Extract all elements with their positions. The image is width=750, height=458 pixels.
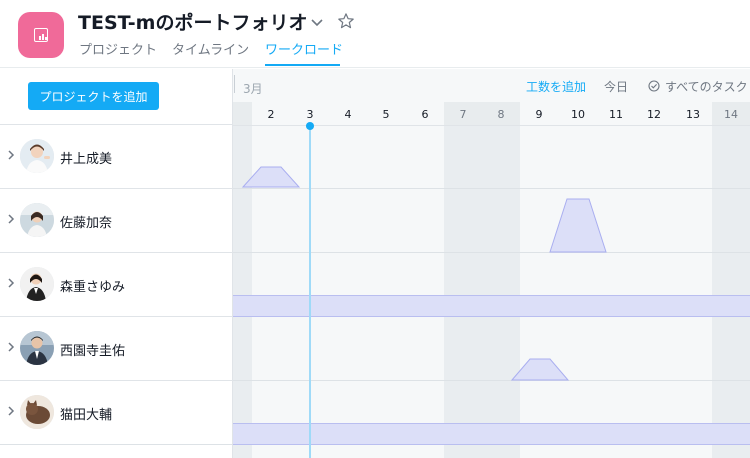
person-name: 佐藤加奈 bbox=[60, 216, 113, 231]
portfolio-app-icon bbox=[18, 12, 64, 58]
person-row[interactable]: 佐藤加奈 bbox=[0, 188, 233, 252]
star-icon[interactable] bbox=[337, 12, 355, 30]
chevron-right-icon[interactable] bbox=[6, 405, 16, 417]
person-row[interactable]: 猫田大輔 bbox=[0, 380, 233, 444]
today-marker bbox=[306, 122, 314, 130]
workload-bump bbox=[549, 198, 607, 253]
today-line bbox=[309, 126, 311, 458]
add-project-button[interactable]: プロジェクトを追加 bbox=[28, 82, 159, 110]
tab-workload[interactable]: ワークロード bbox=[265, 39, 343, 58]
chevron-right-icon[interactable] bbox=[6, 277, 16, 289]
workload-grid: 3月 工数を追加 今日 すべてのタスク 2 3 4 5 6 7 8 9 10 11 12 13 14 bbox=[233, 69, 750, 458]
active-tab-underline bbox=[265, 64, 340, 66]
avatar-cat bbox=[20, 395, 54, 429]
chevron-right-icon[interactable] bbox=[6, 213, 16, 225]
person-name: 西園寺圭佑 bbox=[60, 344, 126, 359]
person-name: 猫田大輔 bbox=[60, 408, 113, 423]
person-row[interactable]: 森重さゆみ bbox=[0, 252, 233, 316]
person-name: 森重さゆみ bbox=[60, 280, 126, 295]
person-name: 井上成美 bbox=[60, 152, 113, 167]
tab-projects[interactable]: プロジェクト bbox=[79, 39, 157, 58]
row-divider bbox=[0, 444, 233, 445]
chevron-down-icon[interactable] bbox=[309, 14, 325, 30]
chevron-right-icon[interactable] bbox=[6, 341, 16, 353]
tab-timeline[interactable]: タイムライン bbox=[172, 39, 249, 58]
workload-bump bbox=[510, 358, 570, 381]
person-row[interactable]: 井上成美 bbox=[0, 124, 233, 188]
chevron-right-icon[interactable] bbox=[6, 149, 16, 161]
header: TEST-mのポートフォリオ プロジェクト タイムライン ワークロード bbox=[0, 0, 750, 68]
person-row[interactable]: 西園寺圭佑 bbox=[0, 316, 233, 380]
page-title: TEST-mのポートフォリオ bbox=[78, 12, 308, 34]
workload-bump bbox=[241, 166, 301, 188]
avatar-woman-suit bbox=[20, 267, 54, 301]
avatar-woman-pointing bbox=[20, 139, 54, 173]
people-panel: プロジェクトを追加 井上成美 佐藤加奈 森重さゆみ 西園寺圭佑 猫田大輔 bbox=[0, 69, 233, 458]
avatar-woman-office bbox=[20, 203, 54, 237]
avatar-man-suit bbox=[20, 331, 54, 365]
